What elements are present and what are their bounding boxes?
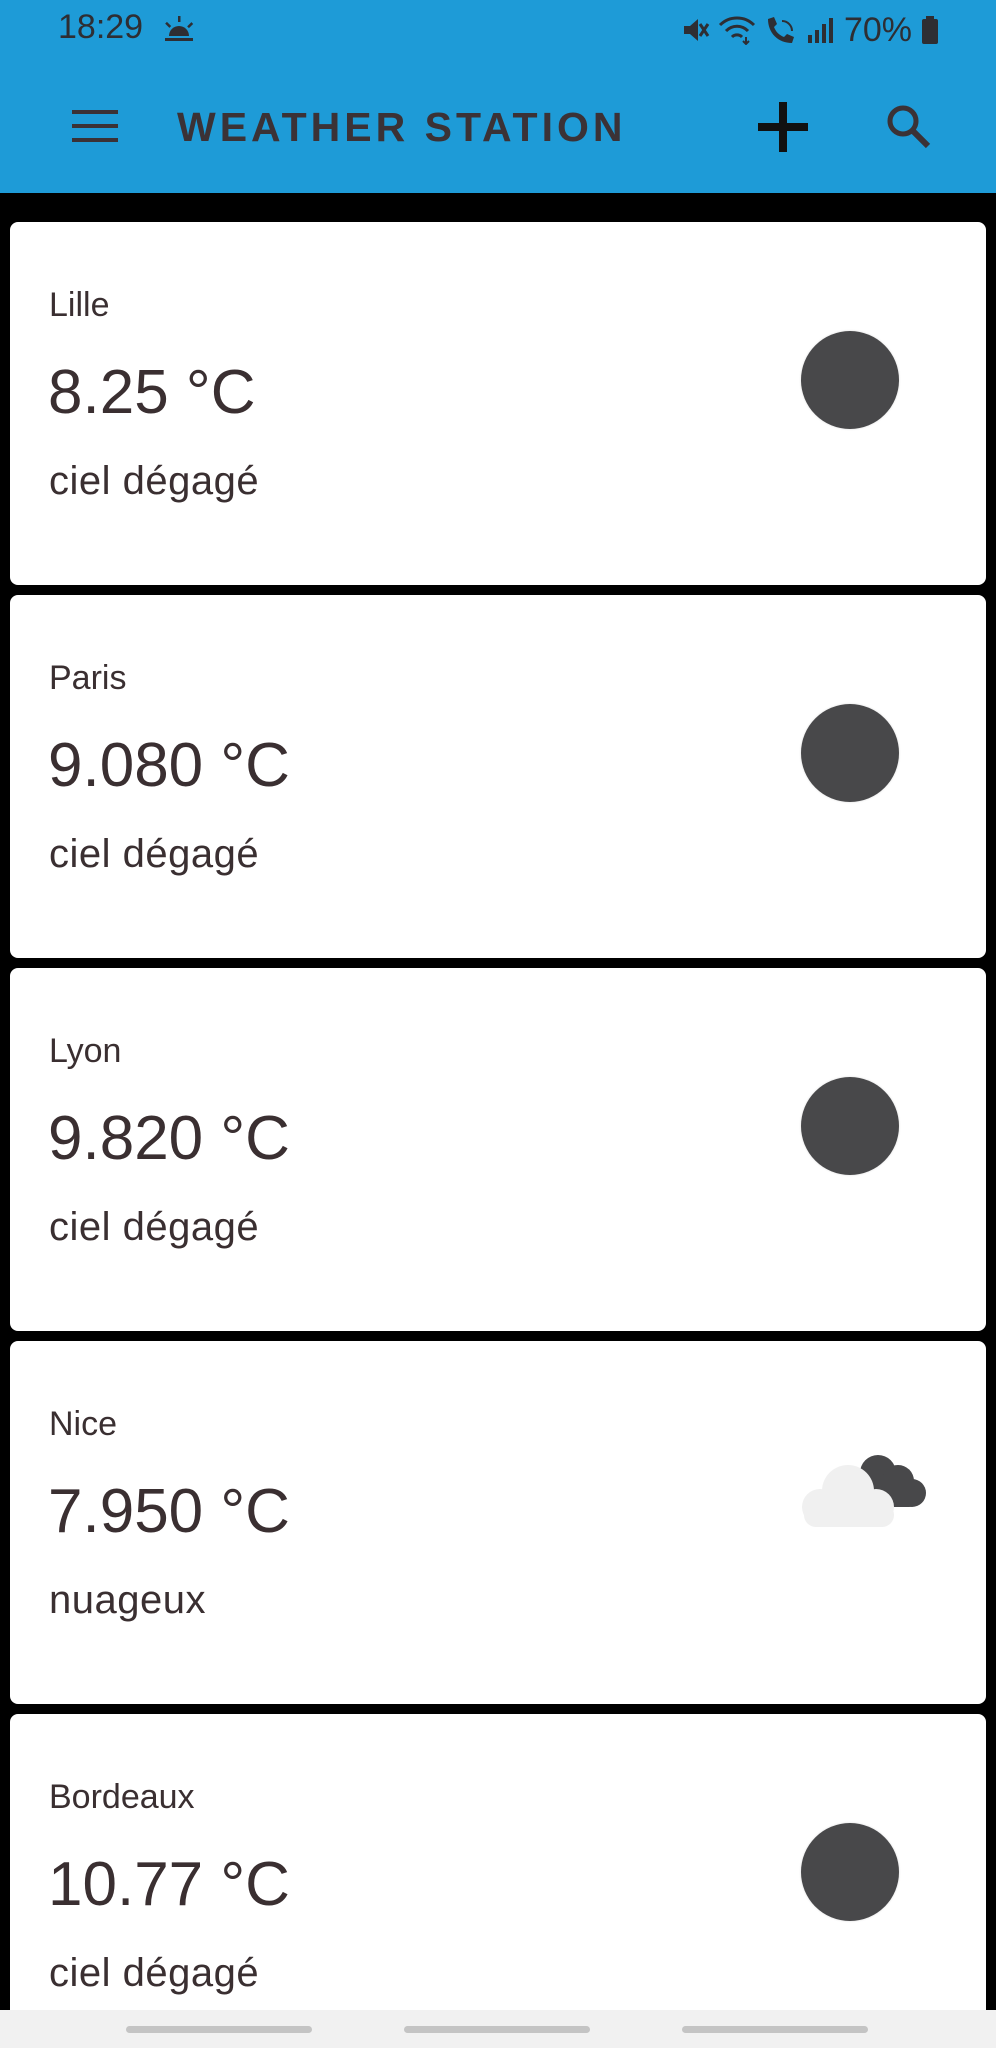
app-bar: 18:29 70% WEATHER STATION <box>0 0 996 193</box>
city-name: Paris <box>49 659 127 697</box>
menu-icon[interactable] <box>70 106 120 146</box>
city-card-paris[interactable]: Paris 9.080 °C ciel dégagé <box>10 595 986 958</box>
weather-description: ciel dégagé <box>49 1951 260 1995</box>
city-card-lille[interactable]: Lille 8.25 °C ciel dégagé <box>10 222 986 585</box>
clear-sky-icon <box>801 1823 899 1921</box>
city-card-nice[interactable]: Nice 7.950 °C nuageux <box>10 1341 986 1704</box>
weather-description: nuageux <box>49 1578 206 1622</box>
weather-description: ciel dégagé <box>49 832 260 876</box>
city-name: Bordeaux <box>49 1778 195 1816</box>
signal-icon <box>807 18 833 43</box>
plus-icon[interactable] <box>754 98 812 156</box>
clear-sky-icon <box>801 1077 899 1175</box>
sunrise-icon <box>165 16 194 41</box>
weather-description: ciel dégagé <box>49 459 260 503</box>
city-temperature: 8.25 °C <box>48 358 256 427</box>
system-nav-bar <box>0 2010 996 2048</box>
nav-recents-handle[interactable] <box>126 2026 312 2033</box>
toolbar: WEATHER STATION <box>0 60 996 193</box>
city-name: Lyon <box>49 1032 122 1070</box>
city-name: Lille <box>49 286 110 324</box>
mute-icon <box>683 19 710 41</box>
status-time: 18:29 <box>58 8 144 46</box>
nav-home-handle[interactable] <box>404 2026 590 2033</box>
city-temperature: 7.950 °C <box>48 1477 290 1546</box>
city-temperature: 10.77 °C <box>48 1850 290 1919</box>
nav-back-handle[interactable] <box>682 2026 868 2033</box>
status-bar: 18:29 70% <box>0 0 996 60</box>
weather-description: ciel dégagé <box>49 1205 260 1249</box>
city-temperature: 9.080 °C <box>48 731 290 800</box>
app-title: WEATHER STATION <box>177 104 627 150</box>
status-icons: 70% <box>680 8 940 52</box>
city-card-bordeaux[interactable]: Bordeaux 10.77 °C ciel dégagé <box>10 1714 986 2030</box>
clear-sky-icon <box>801 704 899 802</box>
city-name: Nice <box>49 1405 118 1443</box>
search-icon[interactable] <box>884 102 932 150</box>
wifi-icon <box>718 16 755 45</box>
clear-sky-icon <box>801 331 899 429</box>
city-card-lyon[interactable]: Lyon 9.820 °C ciel dégagé <box>10 968 986 1331</box>
wifi-call-icon <box>767 17 794 43</box>
battery-icon <box>922 16 938 44</box>
clouds-icon <box>802 1455 926 1527</box>
city-temperature: 9.820 °C <box>48 1104 290 1173</box>
battery-percent: 70% <box>843 10 912 49</box>
